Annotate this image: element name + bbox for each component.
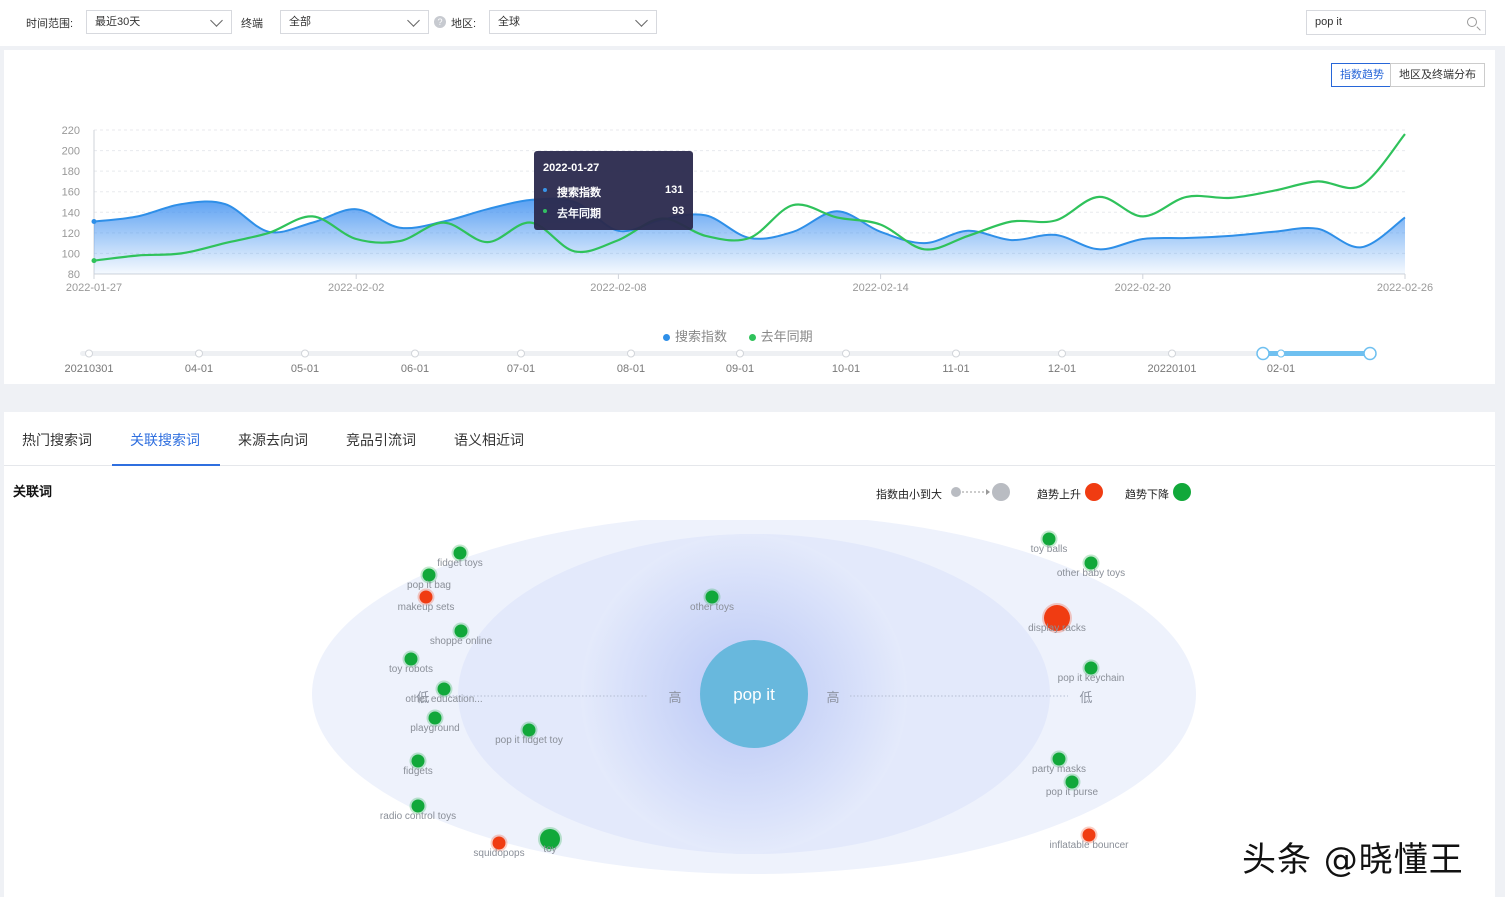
keyword-bubble[interactable]: other baby toys (1057, 554, 1125, 580)
keyword-bubble[interactable]: inflatable bouncer (1050, 826, 1130, 852)
x-tick-label: 2022-02-14 (852, 282, 908, 294)
related-title: 关联词 (13, 484, 53, 499)
timeline-label[interactable]: 20220101 (1148, 363, 1197, 375)
bubble-label: fidgets (403, 766, 432, 777)
timeline-point[interactable] (952, 349, 960, 358)
bubble-label: pop it fidget toy (495, 735, 563, 746)
x-tick-label: 2022-02-08 (590, 282, 646, 294)
tooltip-dot-blue (543, 188, 547, 192)
timeline-label[interactable]: 11-01 (942, 363, 969, 375)
bubble-label: pop it purse (1046, 787, 1099, 798)
tooltip-series-1: 搜索指数 (557, 187, 601, 199)
y-tick-label: 180 (62, 166, 80, 178)
bubble-label: makeup sets (398, 602, 455, 613)
timeline-label[interactable]: 12-01 (1048, 363, 1076, 375)
legend-dot-blue (663, 334, 670, 341)
y-tick-label: 120 (62, 228, 80, 240)
x-tick-label: 2022-01-27 (66, 282, 122, 294)
bubble-label: other baby toys (1057, 568, 1125, 579)
x-tick-label: 2022-02-26 (1377, 282, 1433, 294)
bubble-label: fidget toys (437, 558, 483, 569)
y-tick-label: 200 (62, 146, 80, 158)
tab-semantic-similar[interactable]: 语义相近词 (454, 430, 524, 450)
timeline-label[interactable]: 06-01 (401, 363, 429, 375)
tab-hot-search[interactable]: 热门搜索词 (22, 430, 92, 450)
bubble-label: pop it keychain (1058, 673, 1125, 684)
timeline-point[interactable] (627, 349, 635, 358)
timeline-label[interactable]: 07-01 (507, 363, 535, 375)
y-tick-label: 220 (62, 125, 80, 137)
search-index-point[interactable] (91, 219, 97, 225)
timeline-point[interactable] (1168, 349, 1176, 358)
timeline-label[interactable]: 02-01 (1267, 363, 1295, 375)
timeline-label[interactable]: 09-01 (726, 363, 754, 375)
bubble-label: shoppe online (430, 636, 493, 647)
timeline-point[interactable] (1058, 349, 1066, 358)
center-label: pop it (733, 685, 775, 704)
timeline-label[interactable]: 10-01 (832, 363, 860, 375)
legend-series-2[interactable]: 去年同期 (761, 329, 813, 344)
timeline-point[interactable] (517, 349, 525, 358)
tooltip-date: 2022-01-27 (543, 162, 600, 174)
x-tick-label: 2022-02-20 (1115, 282, 1171, 294)
timeline-label[interactable]: 20210301 (65, 363, 114, 375)
timeline-handle-end[interactable] (1363, 346, 1377, 361)
bubble-label: inflatable bouncer (1050, 840, 1130, 851)
timeline-point[interactable] (736, 349, 744, 358)
bubble-label: toy balls (1031, 544, 1068, 555)
chart-tooltip: 2022-01-27 搜索指数 131 去年同期 93 (534, 151, 693, 230)
timeline-label[interactable]: 08-01 (617, 363, 645, 375)
chart-legend: 搜索指数 去年同期 (663, 326, 813, 345)
bubble-label: other toys (690, 602, 734, 613)
watermark: 头条 @晓懂王 (1242, 840, 1464, 880)
keyword-bubble[interactable]: toy balls (1031, 530, 1068, 556)
tooltip-dot-green (543, 209, 547, 213)
bubble-label: toy (543, 844, 556, 855)
y-tick-label: 100 (62, 248, 80, 260)
bubble-label: squidopops (473, 848, 524, 859)
timeline-point[interactable] (842, 349, 850, 358)
legend-series-1[interactable]: 搜索指数 (675, 329, 727, 344)
timeline-point[interactable] (85, 349, 93, 358)
x-tick-label: 2022-02-02 (328, 282, 384, 294)
tab-competitor-traffic[interactable]: 竞品引流词 (346, 430, 416, 450)
bubble-label: playground (410, 723, 459, 734)
legend-down-dot (1173, 483, 1191, 501)
timeline-label[interactable]: 05-01 (291, 363, 319, 375)
timeline-point-current[interactable] (1277, 349, 1285, 358)
tooltip-series-2: 去年同期 (557, 208, 601, 220)
tab-source-destination[interactable]: 来源去向词 (238, 430, 308, 450)
timeline-point[interactable] (195, 349, 203, 358)
legend-dot-green (748, 334, 756, 341)
timeline-handle-start[interactable] (1256, 346, 1270, 361)
tooltip-value-2: 93 (672, 205, 685, 217)
timeline-track (80, 351, 1370, 356)
y-tick-label: 80 (68, 269, 80, 281)
bubble-label: party masks (1032, 764, 1086, 775)
bubble-label: radio control toys (380, 811, 456, 822)
bubble-label: other education... (405, 694, 482, 705)
y-tick-label: 160 (62, 187, 80, 199)
bubble-label: display racks (1028, 623, 1086, 634)
axis-high-right: 高 (826, 690, 839, 705)
y-tick-label: 140 (62, 207, 80, 219)
bubble-label: toy robots (389, 664, 433, 675)
tab-divider (4, 465, 1495, 466)
axis-high-left: 高 (668, 690, 681, 705)
tab-related-search[interactable]: 关联搜索词 (130, 430, 200, 450)
timeline-point[interactable] (411, 349, 419, 358)
tooltip-value-1: 131 (665, 184, 684, 196)
last-year-point[interactable] (91, 258, 97, 264)
active-tab-indicator (112, 464, 220, 466)
legend-up-dot (1085, 483, 1103, 501)
timeline-point[interactable] (301, 349, 309, 358)
timeline-label[interactable]: 04-01 (185, 363, 213, 375)
axis-low-right: 低 (1079, 690, 1092, 705)
